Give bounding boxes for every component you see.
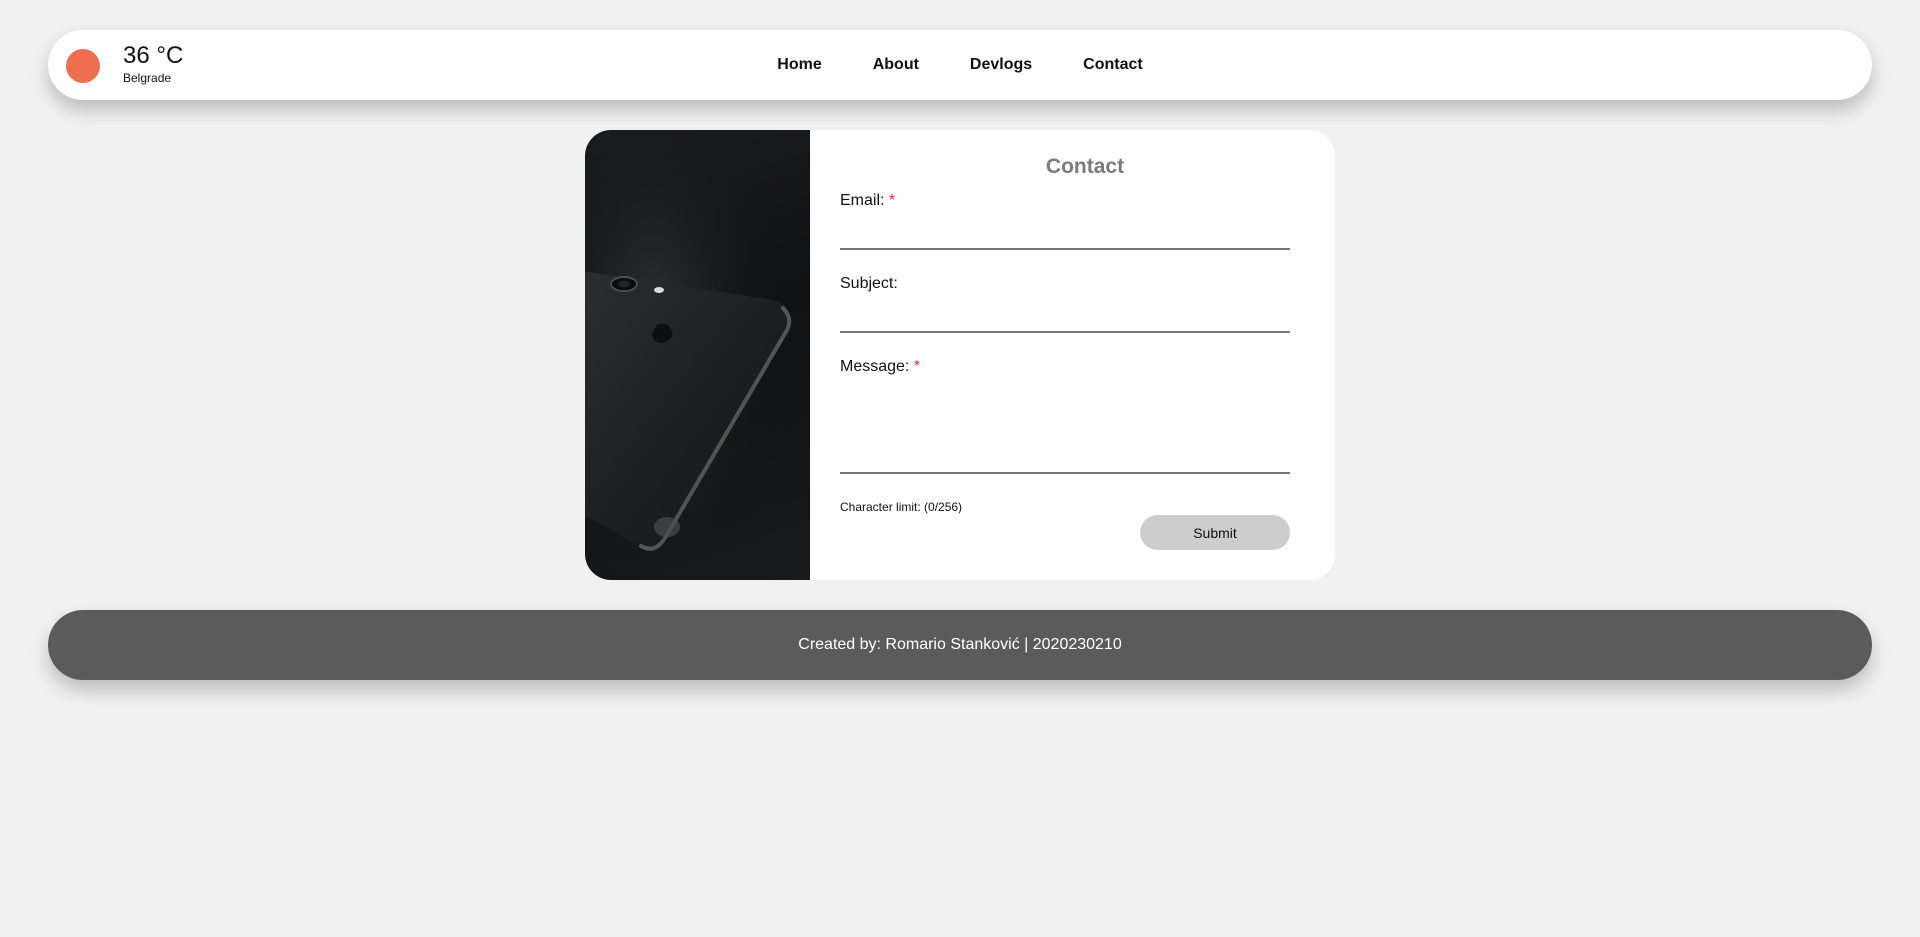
form-title: Contact xyxy=(1045,155,1125,178)
navbar: 36 °C Belgrade Home About Devlogs Contac… xyxy=(48,30,1872,100)
smartphone-photo xyxy=(585,130,810,580)
main-nav: Home About Devlogs Contact xyxy=(48,30,1872,100)
footer-credit: Created by: Romario Stanković | 20202302… xyxy=(798,636,1122,653)
contact-card: Contact Email: * Subject: Message: * Cha… xyxy=(585,130,1335,580)
message-label-text: Message: xyxy=(840,358,910,375)
nav-contact[interactable]: Contact xyxy=(1083,56,1143,74)
nav-devlogs[interactable]: Devlogs xyxy=(970,56,1032,74)
message-field[interactable] xyxy=(840,382,1290,474)
nav-about[interactable]: About xyxy=(873,56,919,74)
subject-label: Subject: xyxy=(840,275,898,292)
message-required-marker: * xyxy=(913,358,921,375)
submit-button[interactable]: Submit xyxy=(1140,515,1290,550)
message-label: Message: * xyxy=(840,359,920,375)
email-label-text: Email: xyxy=(840,192,885,209)
email-required-marker: * xyxy=(888,192,896,209)
nav-home[interactable]: Home xyxy=(777,56,821,74)
footer: Created by: Romario Stanković | 20202302… xyxy=(48,610,1872,680)
character-limit: Character limit: (0/256) xyxy=(840,500,963,514)
email-field[interactable] xyxy=(840,216,1290,250)
subject-field[interactable] xyxy=(840,299,1290,333)
contact-form: Contact Email: * Subject: Message: * Cha… xyxy=(810,130,1335,580)
smartphone-photo-icon xyxy=(585,130,810,580)
email-label: Email: * xyxy=(840,193,895,209)
